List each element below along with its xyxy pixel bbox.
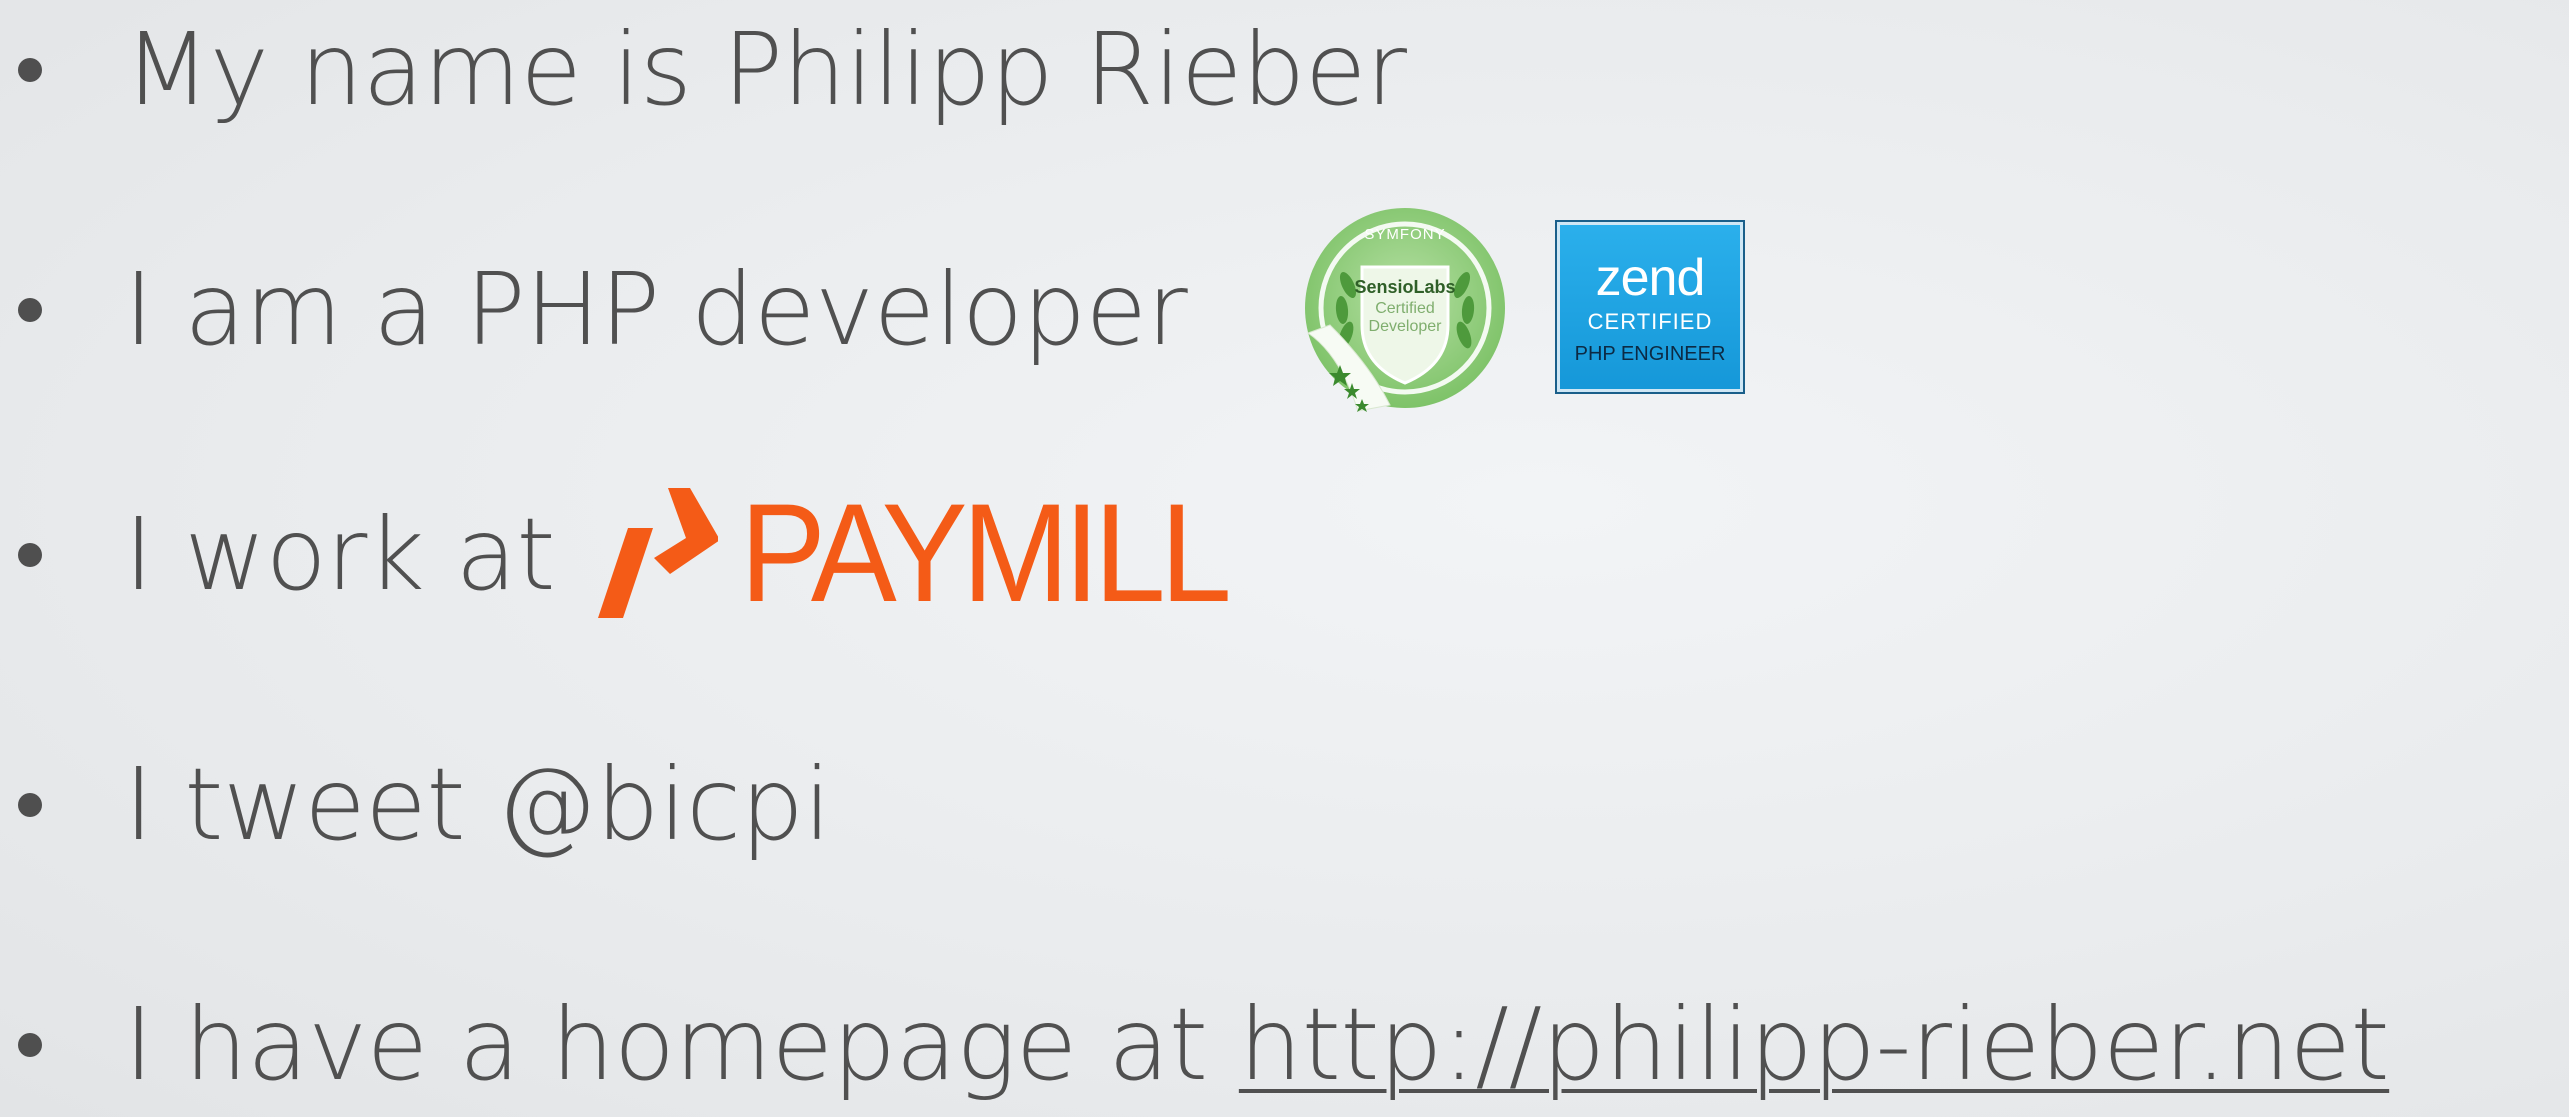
svg-text:SensioLabs: SensioLabs xyxy=(1354,277,1455,297)
svg-text:Certified: Certified xyxy=(1375,300,1435,317)
zend-php-engineer-label: PHP ENGINEER xyxy=(1574,343,1726,365)
homepage-prefix: I have a homepage at xyxy=(124,986,1239,1103)
zend-word: zend xyxy=(1595,249,1706,307)
bullet-text: I am a PHP developer xyxy=(124,251,1188,368)
bullet-dot xyxy=(18,1033,42,1057)
bullet-text: I tweet @bicpi xyxy=(124,746,831,863)
slide: My name is Philipp Rieber I am a PHP dev… xyxy=(0,0,2569,1117)
zend-certified-label: CERTIFIED xyxy=(1587,309,1713,334)
paymill-wordmark: PAYMILL xyxy=(740,474,1232,631)
paymill-mark-icon xyxy=(598,488,718,618)
paymill-logo: PAYMILL xyxy=(598,483,1269,623)
bullet-text: I have a homepage at http://philipp-rieb… xyxy=(124,995,2390,1095)
svg-text:Developer: Developer xyxy=(1369,318,1443,335)
bullet-dot xyxy=(18,58,42,82)
bullet-text: My name is Philipp Rieber xyxy=(124,11,1407,128)
homepage-link[interactable]: http://philipp-rieber.net xyxy=(1239,986,2390,1103)
svg-text:SYMFONY: SYMFONY xyxy=(1364,226,1445,243)
bullet-text: I work at xyxy=(124,496,556,613)
bullet-dot xyxy=(18,298,42,322)
bullet-dot xyxy=(18,793,42,817)
symfony-certified-badge: SYMFONY SensioLabs Certified Developer xyxy=(1300,205,1510,415)
zend-certified-badge: zend CERTIFIED PHP ENGINEER xyxy=(1555,220,1745,394)
bullet-dot xyxy=(18,543,42,567)
symfony-badge-icon: SYMFONY SensioLabs Certified Developer xyxy=(1305,208,1505,412)
